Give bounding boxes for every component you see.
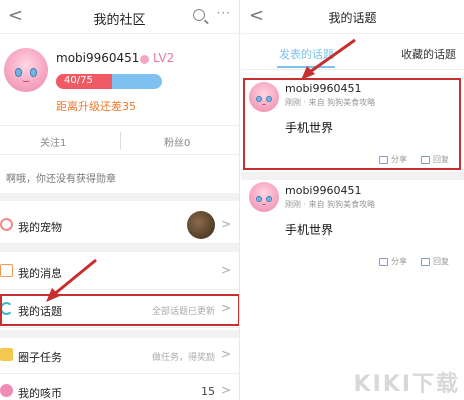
chevron-right-icon: > bbox=[220, 263, 231, 277]
medal-tip[interactable]: 啊哦，你还没有获得勋章 bbox=[6, 170, 116, 185]
avatar-mouth bbox=[22, 79, 30, 83]
avatar-eye bbox=[266, 195, 272, 202]
section-divider bbox=[0, 244, 239, 252]
chevron-right-icon: > bbox=[220, 217, 231, 231]
stats-divider bbox=[120, 132, 121, 150]
tasks-status: 做任务，得奖励 bbox=[151, 353, 215, 363]
post-username: mobi9960451 bbox=[285, 184, 362, 197]
coin-count: 15 bbox=[201, 385, 215, 398]
avatar-eye bbox=[256, 195, 262, 202]
tab-posted-topics[interactable]: 发表的话题 bbox=[279, 46, 334, 62]
highlight-box bbox=[0, 294, 239, 326]
search-icon[interactable] bbox=[193, 9, 205, 21]
reply-label[interactable]: 回复 bbox=[433, 256, 449, 267]
username: mobi9960451 bbox=[56, 51, 140, 65]
my-community-screen: < 我的社区 ··· mobi9960451 LV2 40/75 距离升级还差3… bbox=[0, 0, 240, 400]
mail-icon bbox=[0, 264, 13, 277]
avatar-eye bbox=[29, 67, 38, 77]
menu-item-tasks[interactable]: 圈子任务 做任务，得奖励 > bbox=[0, 338, 239, 374]
menu-item-label: 我的消息 bbox=[18, 267, 62, 280]
post-body: 手机世界 bbox=[285, 223, 334, 237]
chevron-right-icon: > bbox=[220, 383, 231, 397]
share-icon[interactable] bbox=[379, 258, 388, 266]
watermark-logo: KIKI下载 bbox=[353, 372, 460, 397]
post-source: 刚刚 · 来自 狗狗美食攻略 bbox=[285, 200, 376, 209]
exp-progress-bar: 40/75 bbox=[56, 74, 162, 89]
menu-item-label: 我的咳币 bbox=[18, 387, 62, 400]
follow-count[interactable]: 关注1 bbox=[40, 134, 66, 149]
stats-bar: 关注1 粉丝0 bbox=[0, 125, 239, 155]
active-tab-indicator bbox=[277, 66, 335, 68]
section-divider bbox=[0, 330, 239, 338]
avatar-mouth bbox=[261, 203, 267, 206]
pet-thumbnail bbox=[187, 211, 215, 239]
highlight-box bbox=[243, 78, 461, 170]
avatar[interactable] bbox=[249, 182, 279, 212]
topic-tabs: 发表的话题 收藏的话题 bbox=[241, 34, 464, 70]
menu-item-label: 圈子任务 bbox=[18, 351, 62, 364]
level-badge-icon bbox=[140, 55, 149, 64]
avatar-eye bbox=[14, 67, 23, 77]
reply-icon[interactable] bbox=[421, 258, 430, 266]
top-bar: < 我的社区 ··· bbox=[0, 0, 239, 34]
upgrade-hint: 距离升级还差35 bbox=[56, 100, 136, 113]
chevron-right-icon: > bbox=[220, 347, 231, 361]
avatar[interactable] bbox=[4, 48, 48, 92]
menu-item-messages[interactable]: 我的消息 > bbox=[0, 254, 239, 290]
menu-item-coins[interactable]: 我的咳币 15 > bbox=[0, 374, 239, 400]
more-icon[interactable]: ··· bbox=[217, 6, 231, 20]
my-topics-screen: < 我的话题 发表的话题 收藏的话题 mobi9960451 刚刚 · 来自 狗… bbox=[241, 0, 464, 400]
post-actions: 分享 回复 bbox=[379, 256, 462, 270]
tab-favorite-topics[interactable]: 收藏的话题 bbox=[401, 46, 456, 62]
level-badge: LV2 bbox=[153, 51, 175, 65]
task-icon bbox=[0, 348, 13, 361]
section-divider bbox=[0, 193, 239, 201]
coin-icon bbox=[0, 384, 13, 397]
menu-item-pet[interactable]: 我的宠物 > bbox=[0, 208, 239, 244]
page-title: 我的话题 bbox=[328, 11, 377, 25]
topic-post[interactable]: mobi9960451 刚刚 · 来自 狗狗美食攻略 手机世界 分享 回复 bbox=[241, 182, 464, 282]
menu-item-label: 我的宠物 bbox=[18, 221, 62, 234]
fans-count[interactable]: 粉丝0 bbox=[164, 134, 190, 149]
pet-icon bbox=[0, 218, 13, 231]
section-divider bbox=[241, 172, 464, 180]
exp-progress-text: 40/75 bbox=[64, 75, 93, 86]
share-label[interactable]: 分享 bbox=[391, 256, 407, 267]
top-bar: < 我的话题 bbox=[241, 0, 464, 34]
